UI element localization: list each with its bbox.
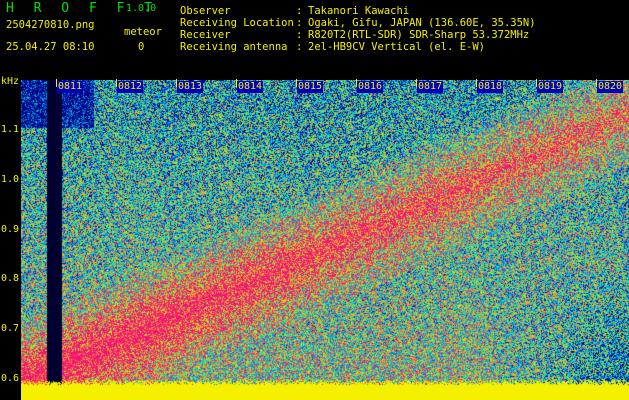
x-tick-label: 0818 bbox=[477, 81, 504, 93]
info-colon: : bbox=[296, 17, 303, 29]
x-tick-label: 0812 bbox=[117, 81, 144, 93]
x-tick-label: 0814 bbox=[237, 81, 264, 93]
waterfall-canvas bbox=[21, 80, 629, 400]
info-value-antenna: 2el-HB9CV Vertical (el. E-W) bbox=[308, 41, 486, 53]
file-datetime: 25.04.27 08:10 bbox=[6, 41, 95, 53]
y-tick-label: 0.8 bbox=[1, 273, 20, 284]
y-tick-label: 0.7 bbox=[1, 323, 20, 334]
info-label-receiver: Receiver bbox=[180, 29, 231, 41]
info-colon: : bbox=[296, 29, 303, 41]
app-version: 1.0.0 bbox=[126, 3, 157, 14]
y-tick-label: 1.1 bbox=[1, 124, 20, 135]
x-tick-label: 0813 bbox=[177, 81, 204, 93]
x-tick-label: 0817 bbox=[417, 81, 444, 93]
x-tick-label: 0815 bbox=[297, 81, 324, 93]
info-value-observer: Takanori Kawachi bbox=[308, 5, 410, 17]
spectrogram bbox=[21, 80, 629, 400]
info-value-receiver: R820T2(RTL-SDR) SDR-Sharp 53.372MHz bbox=[308, 29, 530, 41]
meteor-label: meteor bbox=[124, 26, 162, 38]
x-tick-label: 0816 bbox=[357, 81, 384, 93]
file-name: 2504270810.png bbox=[6, 19, 95, 31]
x-tick-label: 0811 bbox=[57, 81, 84, 93]
info-value-location: Ogaki, Gifu, JAPAN (136.60E, 35.35N) bbox=[308, 17, 536, 29]
y-tick-label: 0.9 bbox=[1, 224, 20, 235]
info-colon: : bbox=[296, 5, 303, 17]
y-tick-label: 1.0 bbox=[1, 174, 20, 185]
x-tick-label: 0820 bbox=[597, 81, 624, 93]
info-label-antenna: Receiving antenna bbox=[180, 41, 288, 53]
info-label-location: Receiving Location bbox=[180, 17, 294, 29]
y-axis-unit: kHz bbox=[1, 76, 20, 87]
x-tick-label: 0819 bbox=[537, 81, 564, 93]
info-label-observer: Observer bbox=[180, 5, 231, 17]
y-tick-label: 0.6 bbox=[1, 373, 20, 384]
meteor-count: 0 bbox=[138, 41, 145, 53]
header-panel: H R O F F T 1.0.0 2504270810.png 25.04.2… bbox=[0, 0, 629, 78]
info-colon: : bbox=[296, 41, 303, 53]
